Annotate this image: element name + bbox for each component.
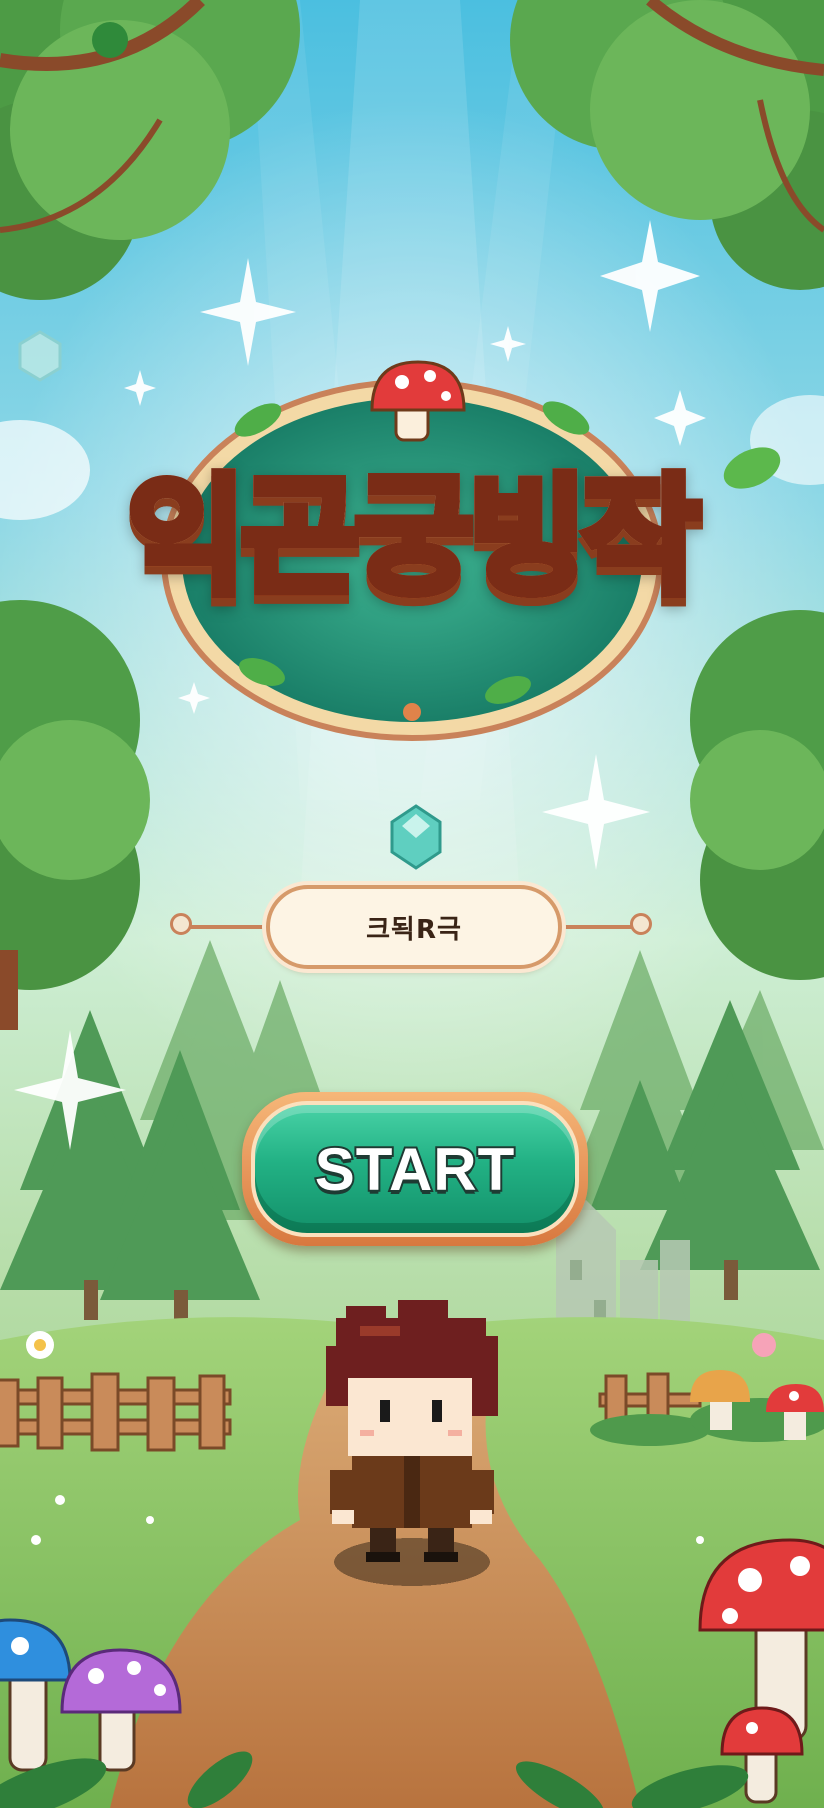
start-button-label: START	[313, 1134, 517, 1205]
banner-ornament-left	[178, 925, 274, 929]
subtitle-banner: 크됙R극	[266, 885, 562, 969]
banner-ornament-left-knot	[170, 913, 192, 935]
subtitle-text: 크됙R극	[366, 914, 462, 945]
start-button-face[interactable]: START	[251, 1101, 579, 1237]
start-button[interactable]: START	[242, 1092, 588, 1246]
game-logo: 익곤궁빙작	[86, 368, 738, 748]
game-title: 익곤궁빙작	[86, 458, 738, 617]
hexagon-sparkle-icon	[18, 330, 62, 382]
banner-ornament-right-knot	[630, 913, 652, 935]
title-screen: 익곤궁빙작 크됙R극 START	[0, 0, 824, 1808]
